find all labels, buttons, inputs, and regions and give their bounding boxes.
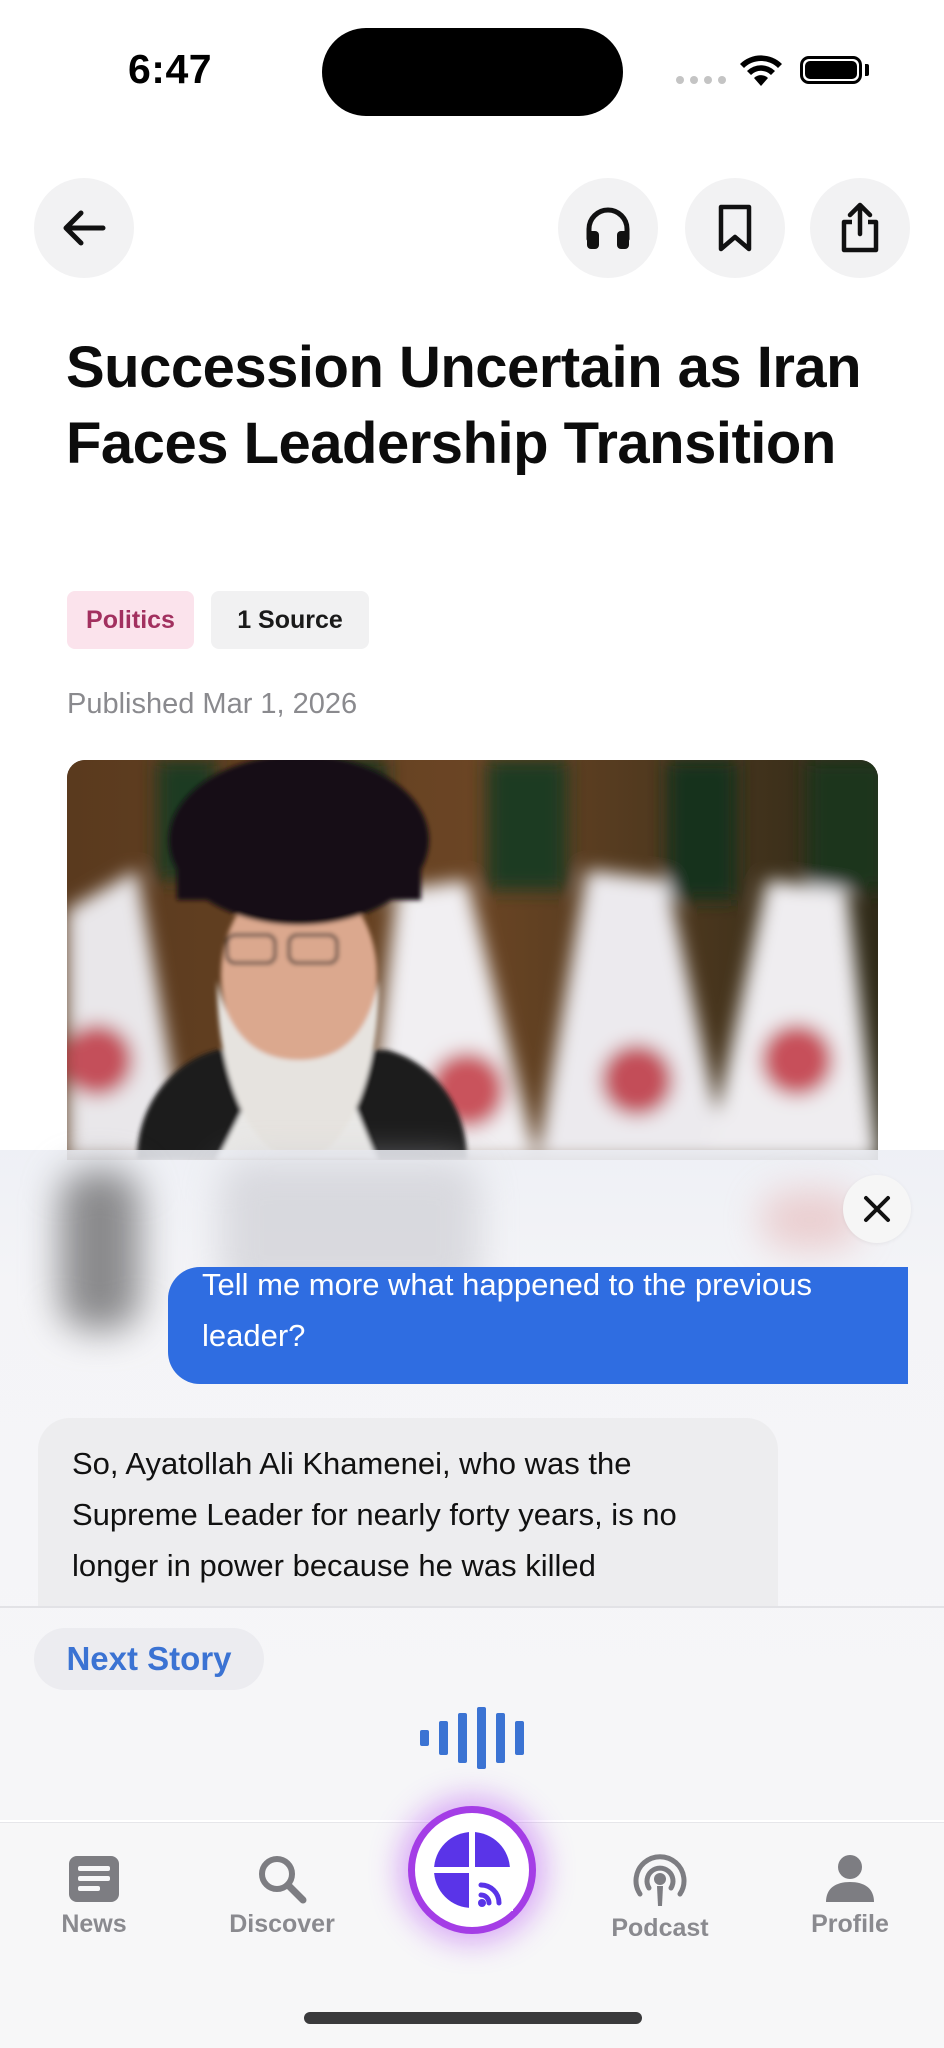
- bookmark-button[interactable]: [685, 178, 785, 278]
- tab-podcast-label: Podcast: [611, 1914, 709, 1942]
- profile-icon: [826, 1855, 874, 1902]
- wifi-icon: [740, 55, 782, 86]
- close-chat-button[interactable]: [843, 1175, 911, 1243]
- status-bar: 6:47: [0, 0, 944, 140]
- share-icon: [841, 202, 879, 253]
- headphones-icon: [586, 207, 630, 249]
- news-icon: [69, 1856, 119, 1902]
- article-title: Succession Uncertain as Iran Faces Leade…: [66, 335, 862, 476]
- voice-waveform-icon: [420, 1706, 524, 1770]
- tab-news-label: News: [61, 1910, 127, 1938]
- cellular-signal-icon: [676, 76, 726, 84]
- assistant-message-bubble: So, Ayatollah Ali Khamenei, who was the …: [38, 1418, 778, 1608]
- category-tag[interactable]: Politics: [67, 591, 194, 649]
- bookmark-icon: [718, 204, 752, 252]
- battery-icon: [800, 56, 862, 84]
- arrow-left-icon: [63, 210, 106, 246]
- divider: [0, 1606, 944, 1608]
- dynamic-island: [322, 28, 623, 116]
- source-count-tag[interactable]: 1 Source: [211, 591, 369, 649]
- user-message-bubble: Tell me more what happened to the previo…: [168, 1267, 908, 1384]
- tab-profile[interactable]: Profile: [780, 1854, 920, 1939]
- ai-assistant-icon: [434, 1832, 513, 1911]
- article-hero-image: [67, 760, 878, 1160]
- ai-assistant-button[interactable]: [408, 1806, 536, 1934]
- share-button[interactable]: [810, 178, 910, 278]
- home-indicator[interactable]: [304, 2012, 642, 2024]
- tab-profile-label: Profile: [811, 1910, 889, 1938]
- tab-news[interactable]: News: [24, 1854, 164, 1939]
- podcast-icon: [633, 1854, 687, 1906]
- assistant-message-text: So, Ayatollah Ali Khamenei, who was the …: [72, 1446, 677, 1583]
- battery-tip: [865, 64, 869, 76]
- blurred-backdrop: [60, 1170, 140, 1330]
- next-story-button[interactable]: Next Story: [34, 1628, 264, 1690]
- close-icon: [864, 1196, 890, 1222]
- tab-discover-label: Discover: [229, 1910, 335, 1938]
- back-button[interactable]: [34, 178, 134, 278]
- status-time: 6:47: [128, 46, 213, 92]
- listen-button[interactable]: [558, 178, 658, 278]
- user-message-text: Tell me more what happened to the previo…: [202, 1267, 813, 1353]
- published-date: Published Mar 1, 2026: [67, 688, 358, 720]
- tab-discover[interactable]: Discover: [212, 1854, 352, 1939]
- search-icon: [259, 1856, 307, 1904]
- tab-podcast[interactable]: Podcast: [590, 1854, 730, 1943]
